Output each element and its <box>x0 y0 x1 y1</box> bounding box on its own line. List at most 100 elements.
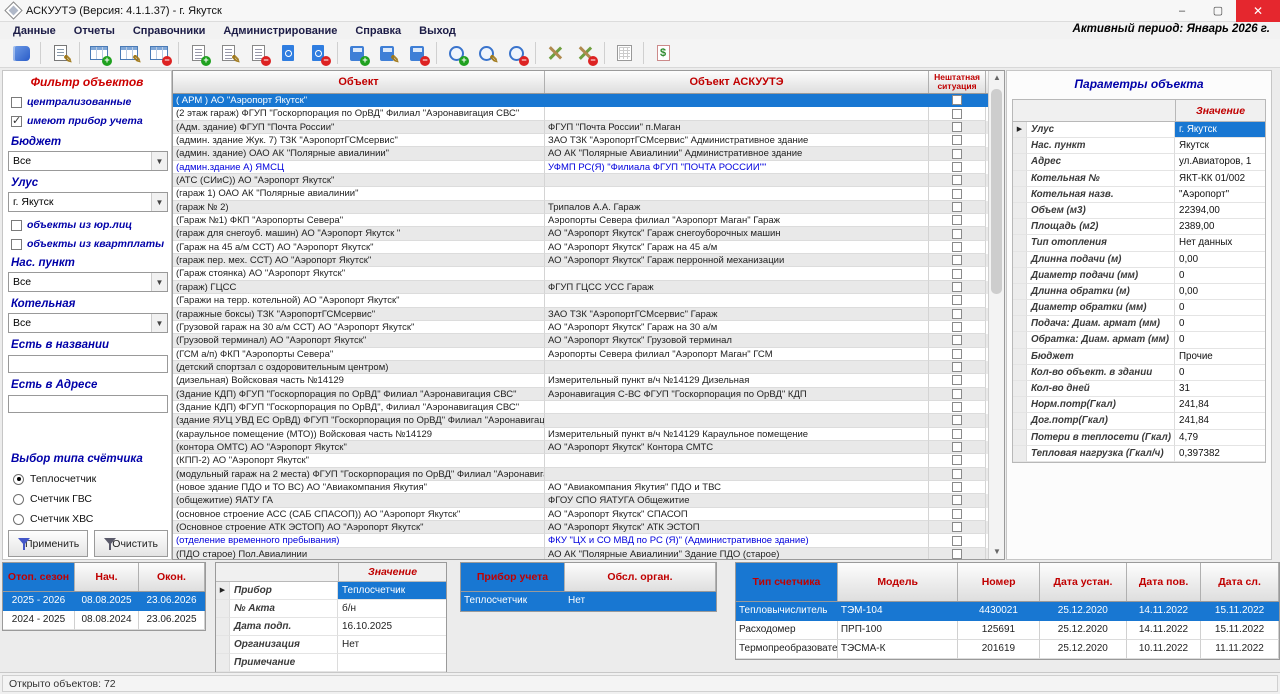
askuute-cell[interactable] <box>545 174 929 187</box>
budget-select[interactable]: Все ▼ <box>8 151 168 171</box>
object-cell[interactable]: (дизельная) Войсковая часть №14129 <box>173 374 545 387</box>
emergency-cell[interactable] <box>929 334 986 347</box>
emergency-checkbox[interactable] <box>952 415 962 425</box>
askuute-cell[interactable]: УФМП РС(Я) "Филиала ФГУП "ПОЧТА РОССИИ"" <box>545 161 929 174</box>
table-row[interactable]: ТепловычислительТЭМ-104443002125.12.2020… <box>736 602 1279 621</box>
table-remove-icon[interactable]: − <box>144 40 174 66</box>
askuute-cell[interactable]: АО "Аэропорт Якутск" Грузовой терминал <box>545 334 929 347</box>
table-row[interactable]: (Гаражи на терр. котельной) АО "Аэропорт… <box>173 294 988 307</box>
askuute-cell[interactable]: АО "Аэропорт Якутск" СПАСОП <box>545 508 929 521</box>
param-value[interactable]: 241,84 <box>1175 397 1265 413</box>
emergency-cell[interactable] <box>929 121 986 134</box>
askuute-cell[interactable]: Измерительный пункт в/ч №14129 Дизельная <box>545 374 929 387</box>
emergency-cell[interactable] <box>929 414 986 427</box>
param-row[interactable]: Диаметр подачи (мм)0 <box>1013 268 1265 284</box>
object-cell[interactable]: (ГСМ а/п) ФКП "Аэропорты Севера" <box>173 348 545 361</box>
emergency-cell[interactable] <box>929 481 986 494</box>
emergency-checkbox[interactable] <box>952 229 962 239</box>
emergency-cell[interactable] <box>929 241 986 254</box>
cell[interactable]: 2025 - 2026 <box>3 592 75 611</box>
emergency-cell[interactable] <box>929 348 986 361</box>
table-row[interactable]: (ПДО старое) Пол.АвиалинииАО АК "Полярны… <box>173 548 988 559</box>
cell[interactable]: 25.12.2020 <box>1040 621 1127 640</box>
column-header[interactable]: Дата устан. <box>1040 563 1127 601</box>
object-cell[interactable]: (Здание КДП) ФГУП "Госкорпорация по ОрВД… <box>173 401 545 414</box>
menu-item[interactable]: Справочники <box>124 25 215 37</box>
emergency-checkbox[interactable] <box>952 389 962 399</box>
table-add-icon[interactable]: + <box>84 40 114 66</box>
report-edit-icon[interactable]: ✎ <box>45 40 75 66</box>
emergency-cell[interactable] <box>929 494 986 507</box>
device-row[interactable]: Дата подп.16.10.2025 <box>216 618 446 636</box>
emergency-checkbox[interactable] <box>952 122 962 132</box>
boiler-select[interactable]: Все ▼ <box>8 313 168 333</box>
table-row[interactable]: ТеплосчетчикНет <box>461 592 716 611</box>
table-row[interactable]: (Гараж на 45 а/м ССТ) АО "Аэропорт Якутс… <box>173 241 988 254</box>
ulus-select[interactable]: г. Якутск ▼ <box>8 192 168 212</box>
object-cell[interactable]: (АТС (СИиС)) АО "Аэропорт Якутск" <box>173 174 545 187</box>
money-icon[interactable] <box>648 40 678 66</box>
emergency-checkbox[interactable] <box>952 362 962 372</box>
cell[interactable]: 2024 - 2025 <box>3 611 75 630</box>
emergency-cell[interactable] <box>929 308 986 321</box>
emergency-checkbox[interactable] <box>952 335 962 345</box>
object-cell[interactable]: (гараж для снегоуб. машин) АО "Аэропорт … <box>173 227 545 240</box>
book-icon[interactable] <box>6 40 36 66</box>
table-row[interactable]: РасходомерПРП-10012569125.12.202014.11.2… <box>736 621 1279 640</box>
settlement-select[interactable]: Все ▼ <box>8 272 168 292</box>
param-value[interactable]: 22394,00 <box>1175 203 1265 219</box>
table-row[interactable]: (модульный гараж на 2 места) ФГУП "Госко… <box>173 468 988 481</box>
table-row[interactable]: (ГСМ а/п) ФКП "Аэропорты Севера"Аэропорт… <box>173 348 988 361</box>
askuute-cell[interactable]: Аэронавигация С-ВС ФГУП "Госкорпорация п… <box>545 388 929 401</box>
cell[interactable]: 201619 <box>958 640 1040 659</box>
cell[interactable]: 08.08.2024 <box>75 611 139 630</box>
cell[interactable]: 10.11.2022 <box>1127 640 1201 659</box>
emergency-cell[interactable] <box>929 361 986 374</box>
emergency-cell[interactable] <box>929 321 986 334</box>
close-button[interactable]: ✕ <box>1236 0 1280 22</box>
emergency-checkbox[interactable] <box>952 95 962 105</box>
gauge-edit-icon[interactable]: ✎ <box>471 40 501 66</box>
param-row[interactable]: Обратка: Диам. армат (мм)0 <box>1013 332 1265 348</box>
emergency-checkbox[interactable] <box>952 255 962 265</box>
param-row[interactable]: БюджетПрочие <box>1013 349 1265 365</box>
table-row[interactable]: (админ.здание А) ЯМСЦУФМП РС(Я) "Филиала… <box>173 161 988 174</box>
askuute-cell[interactable] <box>545 414 929 427</box>
meter-edit-icon[interactable]: ✎ <box>372 40 402 66</box>
checkbox-from-rent[interactable]: объекты из квартплаты <box>11 238 164 250</box>
table-row[interactable]: (админ. здание Жук. 7) ТЗК "АэропортГСМс… <box>173 134 988 147</box>
emergency-checkbox[interactable] <box>952 149 962 159</box>
chevron-down-icon[interactable]: ▼ <box>151 152 167 170</box>
emergency-checkbox[interactable] <box>952 455 962 465</box>
table-row[interactable]: (Здание КДП) ФГУП "Госкорпорация по ОрВД… <box>173 388 988 401</box>
column-header[interactable]: Прибор учета <box>461 563 565 591</box>
emergency-cell[interactable] <box>929 254 986 267</box>
emergency-checkbox[interactable] <box>952 202 962 212</box>
table-row[interactable]: (Основное строение АТК ЭСТОП) АО "Аэропо… <box>173 521 988 534</box>
device-value[interactable] <box>338 654 446 672</box>
radio-hvs-meter[interactable]: Счетчик ХВС <box>13 513 93 525</box>
device-row[interactable]: ОрганизацияНет <box>216 636 446 654</box>
param-row[interactable]: Площадь (м2)2389,00 <box>1013 219 1265 235</box>
tools-icon[interactable] <box>540 40 570 66</box>
emergency-checkbox[interactable] <box>952 215 962 225</box>
minimize-button[interactable]: – <box>1164 0 1200 22</box>
table-row[interactable]: 2025 - 202608.08.202523.06.2026 <box>3 592 205 611</box>
param-value[interactable]: 0,00 <box>1175 284 1265 300</box>
cell[interactable]: 23.06.2025 <box>139 611 205 630</box>
param-row[interactable]: Дог.потр(Гкал)241,84 <box>1013 413 1265 429</box>
table-row[interactable]: ТермопреобразовательТЭСМА-К20161925.12.2… <box>736 640 1279 659</box>
askuute-cell[interactable]: АО "Аэропорт Якутск" Гараж снегоуборочны… <box>545 227 929 240</box>
column-header[interactable]: Тип счетчика <box>736 563 838 601</box>
checkbox-icon[interactable] <box>11 97 22 108</box>
param-value[interactable]: ул.Авиаторов, 1 <box>1175 154 1265 170</box>
column-header[interactable]: Модель <box>838 563 958 601</box>
object-cell[interactable]: (админ. здание Жук. 7) ТЗК "АэропортГСМс… <box>173 134 545 147</box>
askuute-cell[interactable] <box>545 361 929 374</box>
emergency-cell[interactable] <box>929 388 986 401</box>
param-row[interactable]: Адресул.Авиаторов, 1 <box>1013 154 1265 170</box>
table-row[interactable]: (новое здание ПДО и ТО ВС) АО "Авиакомпа… <box>173 481 988 494</box>
vertical-scrollbar[interactable]: ▲ ▼ <box>988 71 1004 559</box>
param-row[interactable]: Норм.потр(Гкал)241,84 <box>1013 397 1265 413</box>
table-edit-icon[interactable]: ✎ <box>114 40 144 66</box>
